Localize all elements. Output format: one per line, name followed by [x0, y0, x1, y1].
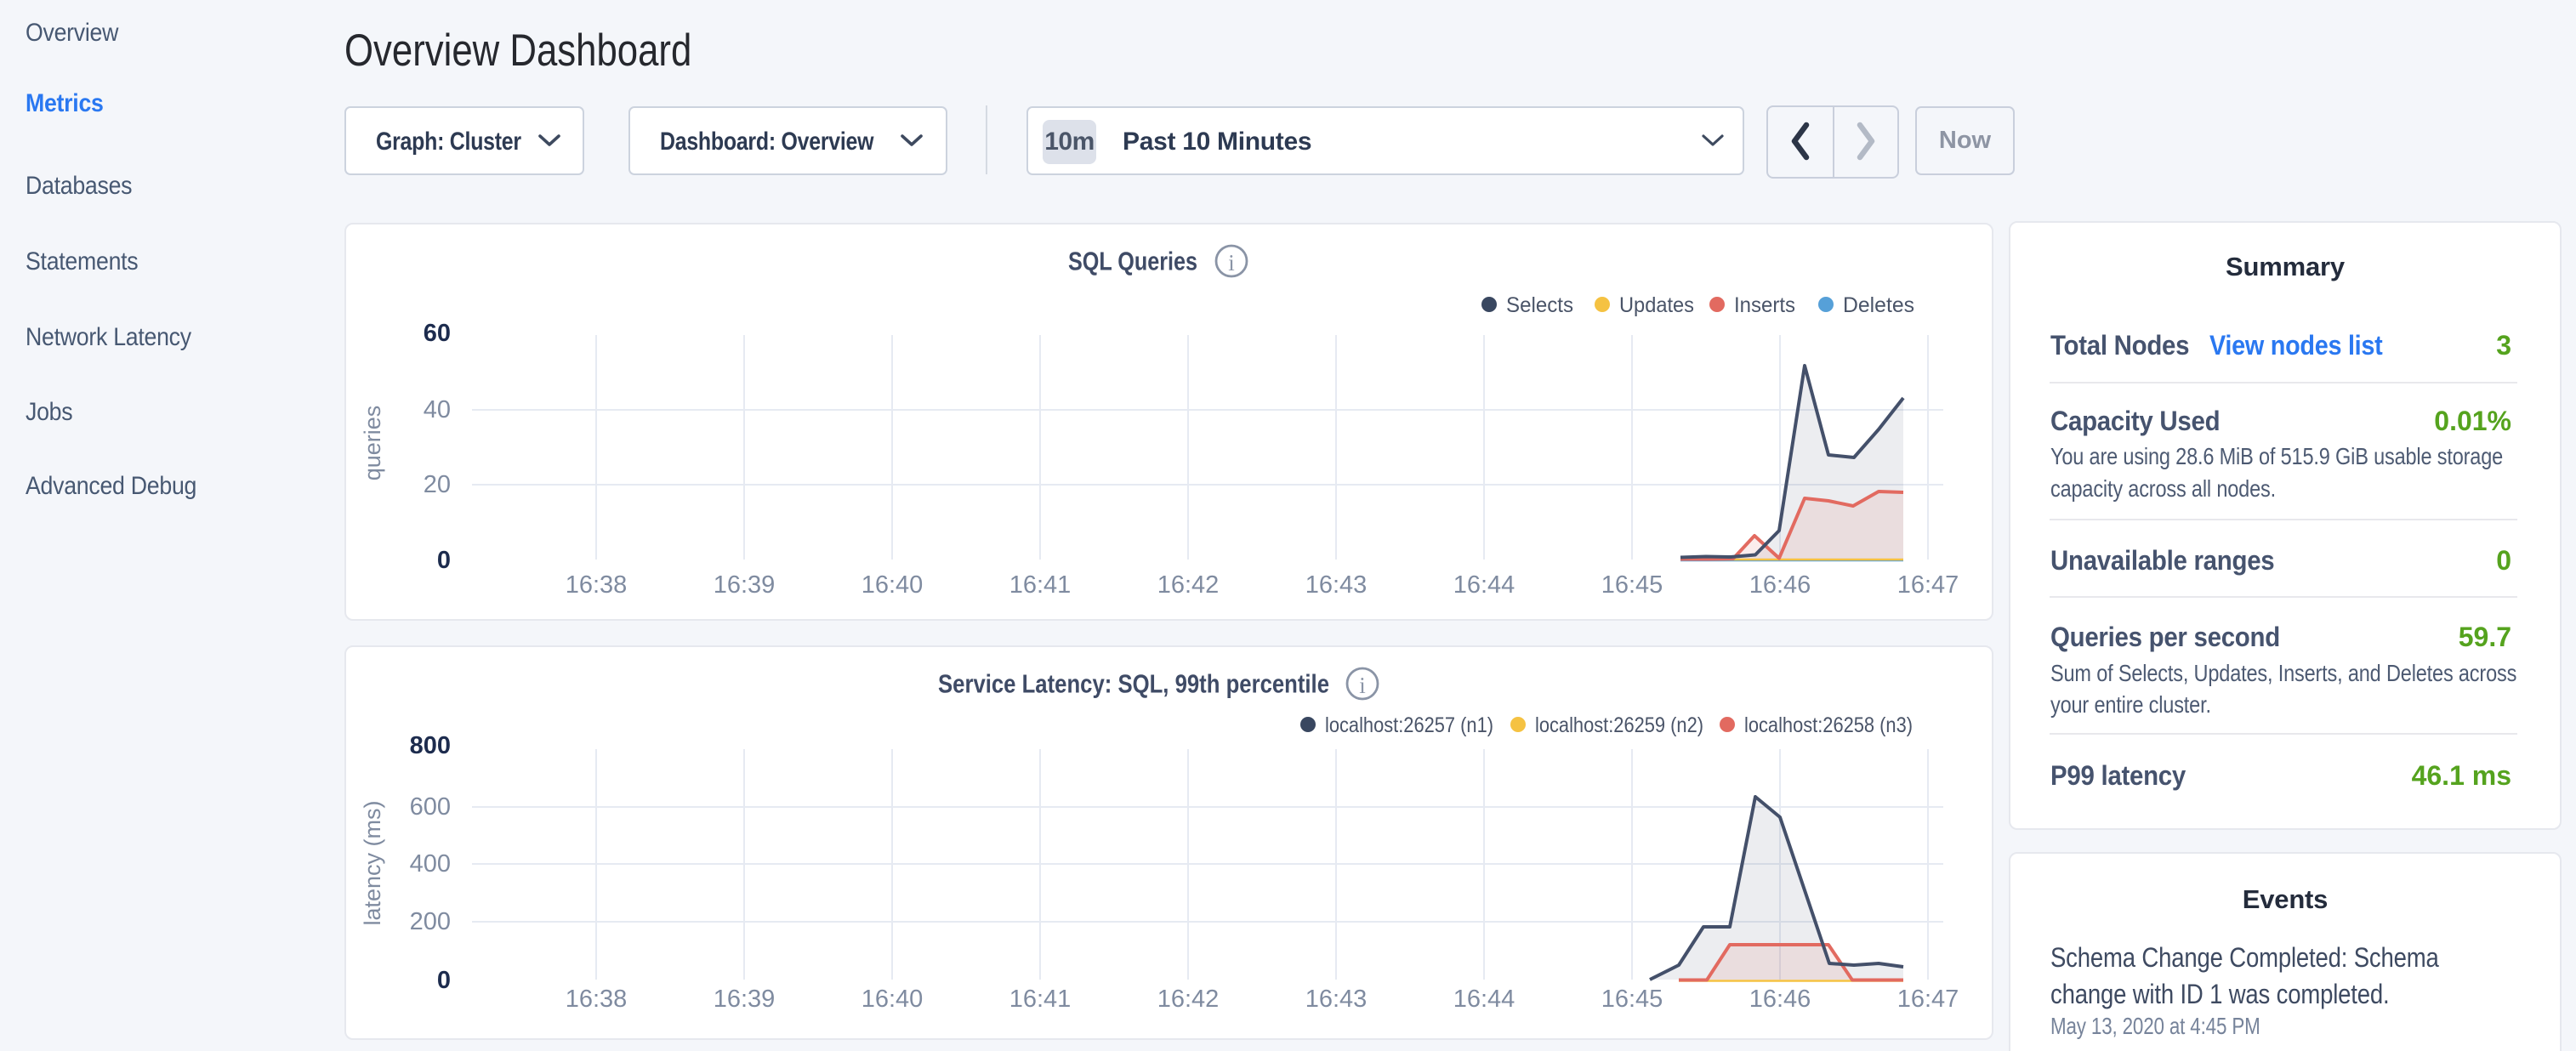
svg-text:16:40: 16:40 [862, 986, 924, 1013]
svg-text:16:45: 16:45 [1601, 986, 1663, 1013]
svg-text:16:46: 16:46 [1749, 571, 1811, 599]
svg-text:200: 200 [410, 908, 451, 935]
svg-text:16:44: 16:44 [1453, 571, 1515, 599]
svg-text:Inserts: Inserts [1734, 293, 1795, 317]
svg-text:0: 0 [437, 967, 451, 994]
svg-text:16:38: 16:38 [566, 986, 628, 1013]
svg-text:16:42: 16:42 [1157, 986, 1220, 1013]
svg-text:0: 0 [437, 547, 451, 574]
svg-text:16:47: 16:47 [1897, 571, 1959, 599]
svg-text:16:46: 16:46 [1749, 986, 1811, 1013]
svg-text:Selects: Selects [1506, 293, 1573, 317]
svg-text:i: i [1228, 250, 1235, 276]
svg-text:queries: queries [360, 406, 385, 481]
svg-text:800: 800 [410, 732, 451, 759]
svg-text:60: 60 [424, 320, 451, 347]
svg-text:i: i [1359, 673, 1366, 698]
svg-text:16:45: 16:45 [1601, 571, 1663, 599]
svg-text:16:43: 16:43 [1305, 571, 1368, 599]
svg-text:40: 40 [424, 396, 451, 423]
svg-text:SQL Queries: SQL Queries [1068, 247, 1197, 276]
svg-text:20: 20 [424, 471, 451, 498]
svg-text:16:39: 16:39 [714, 986, 776, 1013]
svg-text:Service Latency: SQL, 99th per: Service Latency: SQL, 99th percentile [938, 669, 1329, 699]
svg-text:Deletes: Deletes [1843, 293, 1914, 317]
svg-text:16:41: 16:41 [1009, 571, 1072, 599]
svg-text:16:39: 16:39 [714, 571, 776, 599]
svg-text:16:44: 16:44 [1453, 986, 1515, 1013]
svg-text:Updates: Updates [1619, 293, 1694, 317]
svg-text:16:38: 16:38 [566, 571, 628, 599]
svg-text:16:47: 16:47 [1897, 986, 1959, 1013]
svg-text:16:43: 16:43 [1305, 986, 1368, 1013]
svg-text:localhost:26259 (n2): localhost:26259 (n2) [1535, 713, 1703, 737]
svg-text:16:40: 16:40 [862, 571, 924, 599]
svg-text:latency (ms): latency (ms) [360, 800, 385, 925]
svg-text:600: 600 [410, 793, 451, 821]
svg-text:localhost:26258 (n3): localhost:26258 (n3) [1744, 713, 1913, 737]
svg-text:400: 400 [410, 850, 451, 878]
svg-text:localhost:26257 (n1): localhost:26257 (n1) [1325, 713, 1493, 737]
svg-text:16:41: 16:41 [1009, 986, 1072, 1013]
svg-text:16:42: 16:42 [1157, 571, 1220, 599]
